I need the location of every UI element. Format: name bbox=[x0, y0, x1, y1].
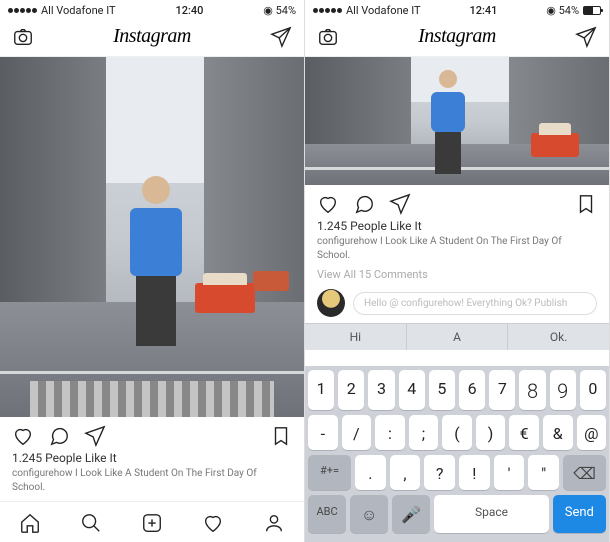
avatar[interactable] bbox=[317, 289, 345, 317]
bottom-nav bbox=[0, 501, 304, 542]
instagram-header: Instagram bbox=[305, 19, 609, 57]
status-time: 12:41 bbox=[469, 4, 497, 17]
key-dash[interactable]: - bbox=[308, 415, 338, 450]
suggestion[interactable]: Hi bbox=[305, 324, 407, 350]
camera-icon[interactable] bbox=[317, 26, 339, 48]
phone-right: All Vodafone IT 12:41 ◉ 54% Instagram 1.… bbox=[305, 0, 610, 542]
carrier-label: All Vodafone IT bbox=[346, 4, 421, 17]
status-bar: All Vodafone IT 12:41 ◉ 54% bbox=[305, 0, 609, 19]
key-paren-close[interactable]: ) bbox=[476, 415, 506, 450]
post-photo[interactable] bbox=[0, 57, 304, 417]
likes-count[interactable]: 1.245 People Like It bbox=[0, 451, 304, 465]
key-exclaim[interactable]: ! bbox=[459, 455, 490, 490]
key-ampersand[interactable]: & bbox=[543, 415, 573, 450]
key-period[interactable]: . bbox=[355, 455, 386, 490]
key-paren-open[interactable]: ( bbox=[442, 415, 472, 450]
like-icon[interactable] bbox=[317, 193, 339, 215]
instagram-header: Instagram bbox=[0, 19, 304, 57]
post-photo[interactable] bbox=[305, 57, 609, 185]
phone-left: All Vodafone IT 12:40 ◉ 54% Instagram 1.… bbox=[0, 0, 305, 542]
comment-input-row: Hello @ configurehow! Everything Ok? Pub… bbox=[305, 285, 609, 323]
battery-icon bbox=[583, 6, 601, 15]
carrier-label: All Vodafone IT bbox=[41, 4, 116, 17]
suggestion[interactable]: A bbox=[407, 324, 509, 350]
profile-icon[interactable] bbox=[263, 512, 285, 534]
bookmark-icon[interactable] bbox=[270, 425, 292, 447]
key-question[interactable]: ? bbox=[424, 455, 455, 490]
like-icon[interactable] bbox=[12, 425, 34, 447]
signal-icon bbox=[8, 8, 37, 13]
view-all-comments[interactable]: View All 15 Comments bbox=[305, 264, 609, 285]
key-3[interactable]: 3 bbox=[368, 370, 394, 410]
key-send[interactable]: Send bbox=[553, 495, 606, 533]
status-time: 12:40 bbox=[175, 4, 203, 17]
caption-username[interactable]: configurehow bbox=[317, 236, 377, 247]
key-2[interactable]: 2 bbox=[338, 370, 364, 410]
search-icon[interactable] bbox=[80, 512, 102, 534]
key-7[interactable]: 7 bbox=[489, 370, 515, 410]
activity-icon[interactable] bbox=[202, 512, 224, 534]
key-5[interactable]: 5 bbox=[429, 370, 455, 410]
share-icon[interactable] bbox=[389, 193, 411, 215]
camera-icon[interactable] bbox=[12, 26, 34, 48]
keyboard-suggestions: Hi A Ok. bbox=[305, 323, 609, 350]
post-caption: configurehow I Look Like A Student On Th… bbox=[305, 233, 609, 264]
comment-icon[interactable] bbox=[48, 425, 70, 447]
key-euro[interactable]: € bbox=[509, 415, 539, 450]
instagram-logo: Instagram bbox=[113, 25, 191, 48]
signal-icon bbox=[313, 8, 342, 13]
instagram-logo: Instagram bbox=[418, 25, 496, 48]
post-actions bbox=[305, 185, 609, 219]
bookmark-icon[interactable] bbox=[575, 193, 597, 215]
key-apostrophe[interactable]: ' bbox=[494, 455, 525, 490]
key-semicolon[interactable]: ; bbox=[409, 415, 439, 450]
home-icon[interactable] bbox=[19, 512, 41, 534]
keyboard: 1 2 3 4 5 6 7 8 9 0 - / : ; ( ) € & @ #+… bbox=[305, 366, 609, 542]
key-comma[interactable]: , bbox=[390, 455, 421, 490]
suggestion[interactable]: Ok. bbox=[508, 324, 609, 350]
post-caption: configurehow I Look Like A Student On Th… bbox=[0, 465, 304, 496]
key-backspace[interactable]: ⌫ bbox=[563, 455, 606, 490]
battery-percent: ◉ 54% bbox=[546, 4, 579, 17]
status-bar: All Vodafone IT 12:40 ◉ 54% bbox=[0, 0, 304, 19]
key-at[interactable]: @ bbox=[577, 415, 607, 450]
comment-icon[interactable] bbox=[353, 193, 375, 215]
key-quote[interactable]: " bbox=[528, 455, 559, 490]
post-actions bbox=[0, 417, 304, 451]
key-emoji[interactable]: ☺ bbox=[350, 495, 388, 533]
share-icon[interactable] bbox=[84, 425, 106, 447]
direct-message-icon[interactable] bbox=[270, 26, 292, 48]
key-space[interactable]: Space bbox=[434, 495, 548, 533]
key-0[interactable]: 0 bbox=[580, 370, 606, 410]
add-post-icon[interactable] bbox=[141, 512, 163, 534]
comment-input[interactable]: Hello @ configurehow! Everything Ok? Pub… bbox=[353, 292, 597, 315]
key-9[interactable]: 9 bbox=[550, 370, 576, 410]
direct-message-icon[interactable] bbox=[575, 26, 597, 48]
key-colon[interactable]: : bbox=[375, 415, 405, 450]
key-slash[interactable]: / bbox=[342, 415, 372, 450]
key-6[interactable]: 6 bbox=[459, 370, 485, 410]
caption-username[interactable]: configurehow bbox=[12, 468, 72, 479]
key-symbols[interactable]: #+= bbox=[308, 455, 351, 490]
key-8[interactable]: 8 bbox=[519, 370, 545, 410]
key-mic[interactable]: 🎤 bbox=[392, 495, 430, 533]
likes-count[interactable]: 1.245 People Like It bbox=[305, 219, 609, 233]
key-abc[interactable]: ABC bbox=[308, 495, 346, 533]
key-1[interactable]: 1 bbox=[308, 370, 334, 410]
battery-percent: ◉ 54% bbox=[263, 4, 296, 17]
key-4[interactable]: 4 bbox=[399, 370, 425, 410]
